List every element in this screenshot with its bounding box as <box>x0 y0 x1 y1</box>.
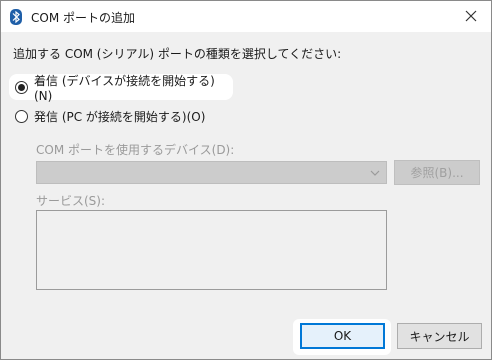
service-label: サービス(S): <box>36 194 106 208</box>
radio-indicator[interactable] <box>15 80 28 94</box>
radio-incoming-label: 着信 (デバイスが接続を開始する)(N) <box>34 73 215 103</box>
ok-button[interactable]: OK <box>300 323 385 349</box>
chevron-down-icon <box>370 170 380 176</box>
title-bar: COM ポートの追加 <box>1 1 491 32</box>
cancel-button[interactable]: キャンセル <box>397 323 482 349</box>
device-label: COM ポートを使用するデバイス(D): <box>36 143 235 157</box>
device-combobox[interactable] <box>36 161 387 184</box>
close-icon[interactable] <box>463 8 479 24</box>
radio-indicator[interactable] <box>15 109 28 123</box>
bluetooth-icon <box>10 9 22 25</box>
service-listbox[interactable] <box>36 210 387 290</box>
add-com-port-dialog: COM ポートの追加 追加する COM (シリアル) ポートの種類を選択してくだ… <box>0 0 492 360</box>
radio-outgoing[interactable]: 発信 (PC が接続を開始する)(O) <box>15 106 205 126</box>
radio-incoming[interactable]: 着信 (デバイスが接続を開始する)(N) <box>11 74 231 103</box>
radio-outgoing-label: 発信 (PC が接続を開始する)(O) <box>34 109 206 124</box>
browse-button[interactable]: 参照(B)... <box>394 160 480 185</box>
instruction-text: 追加する COM (シリアル) ポートの種類を選択してください: <box>13 47 342 61</box>
window-title: COM ポートの追加 <box>31 11 135 25</box>
